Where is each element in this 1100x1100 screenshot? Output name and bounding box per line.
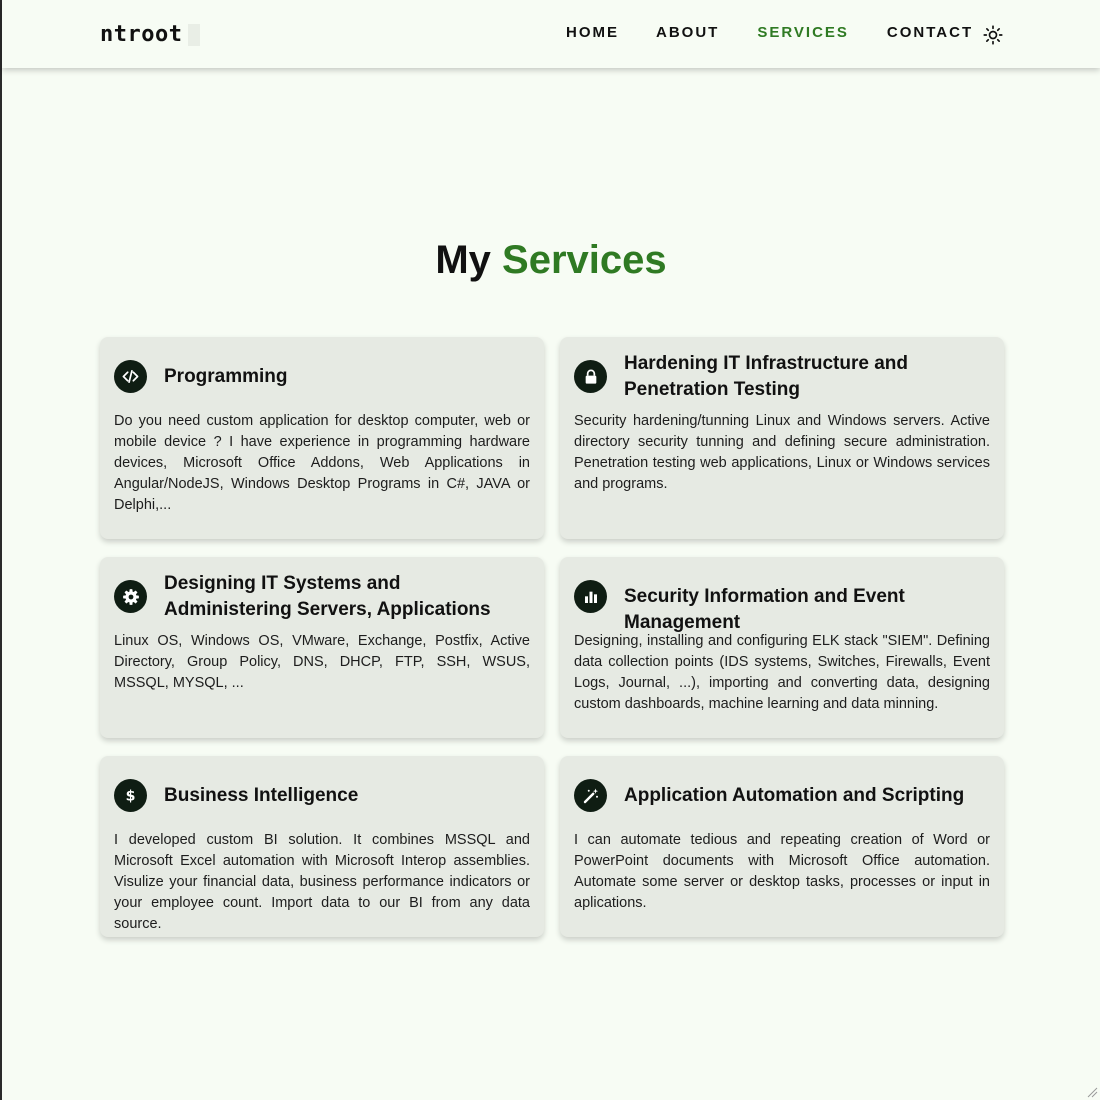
nav-link-contact[interactable]: CONTACT xyxy=(887,24,973,41)
svg-text:$: $ xyxy=(126,788,136,804)
magic-wand-icon xyxy=(583,788,598,803)
gear-icon xyxy=(122,588,139,605)
nav-links: HOME ABOUT SERVICES CONTACT xyxy=(566,24,973,41)
service-card-title: Designing IT Systems and Administering S… xyxy=(164,573,491,620)
dollar-icon: $ xyxy=(126,788,136,804)
service-card-it-systems: Designing IT Systems and Administering S… xyxy=(100,557,544,738)
service-card-description: Security hardening/tunning Linux and Win… xyxy=(574,413,990,492)
service-card-title: Application Automation and Scripting xyxy=(624,785,965,806)
nav-link-about[interactable]: ABOUT xyxy=(656,24,719,41)
service-card-title: Hardening IT Infrastructure and Penetrat… xyxy=(624,353,908,400)
service-card-business-intelligence: $ Business Intelligence I developed cust… xyxy=(100,756,544,937)
service-card-description: Designing, installing and configuring EL… xyxy=(574,633,990,712)
navbar: ntroot HOME ABOUT SERVICES CONTACT xyxy=(2,0,1100,68)
theme-toggle-button[interactable] xyxy=(980,22,1006,48)
service-icon-wrapper xyxy=(114,580,147,613)
service-icon-wrapper xyxy=(574,580,607,613)
service-card-description: Linux OS, Windows OS, VMware, Exchange, … xyxy=(114,633,530,691)
section-title: My Services xyxy=(2,238,1100,283)
logo-text: ntroot xyxy=(100,22,183,47)
service-card-description: I developed custom BI solution. It combi… xyxy=(114,832,530,932)
service-card-programming: Programming Do you need custom applicati… xyxy=(100,337,544,539)
service-card-automation: Application Automation and Scripting I c… xyxy=(560,756,1004,937)
service-card-hardening: Hardening IT Infrastructure and Penetrat… xyxy=(560,337,1004,539)
nav-link-home[interactable]: HOME xyxy=(566,24,619,41)
service-icon-wrapper xyxy=(114,360,147,393)
service-icon-wrapper xyxy=(574,360,607,393)
service-card-description: I can automate tedious and repeating cre… xyxy=(574,832,990,911)
sun-icon xyxy=(983,25,1003,45)
service-icon-wrapper: $ xyxy=(114,779,147,812)
service-card-siem: Security Information and Event Managemen… xyxy=(560,557,1004,738)
service-card-description: Do you need custom application for deskt… xyxy=(114,413,530,513)
lock-icon xyxy=(585,369,596,384)
section-title-accent: Services xyxy=(502,238,667,282)
resize-grip-icon[interactable] xyxy=(1086,1086,1098,1098)
site-logo[interactable]: ntroot xyxy=(100,22,201,47)
nav-link-services[interactable]: SERVICES xyxy=(757,24,849,41)
service-card-title: Programming xyxy=(164,366,288,387)
service-icon-wrapper xyxy=(574,779,607,812)
service-card-title: Security Information and Event Managemen… xyxy=(624,586,905,633)
service-card-title: Business Intelligence xyxy=(164,785,359,806)
section-title-prefix: My xyxy=(435,238,491,282)
logo-cursor-block xyxy=(188,23,201,46)
bar-chart-icon xyxy=(584,591,597,603)
code-icon xyxy=(122,369,139,384)
